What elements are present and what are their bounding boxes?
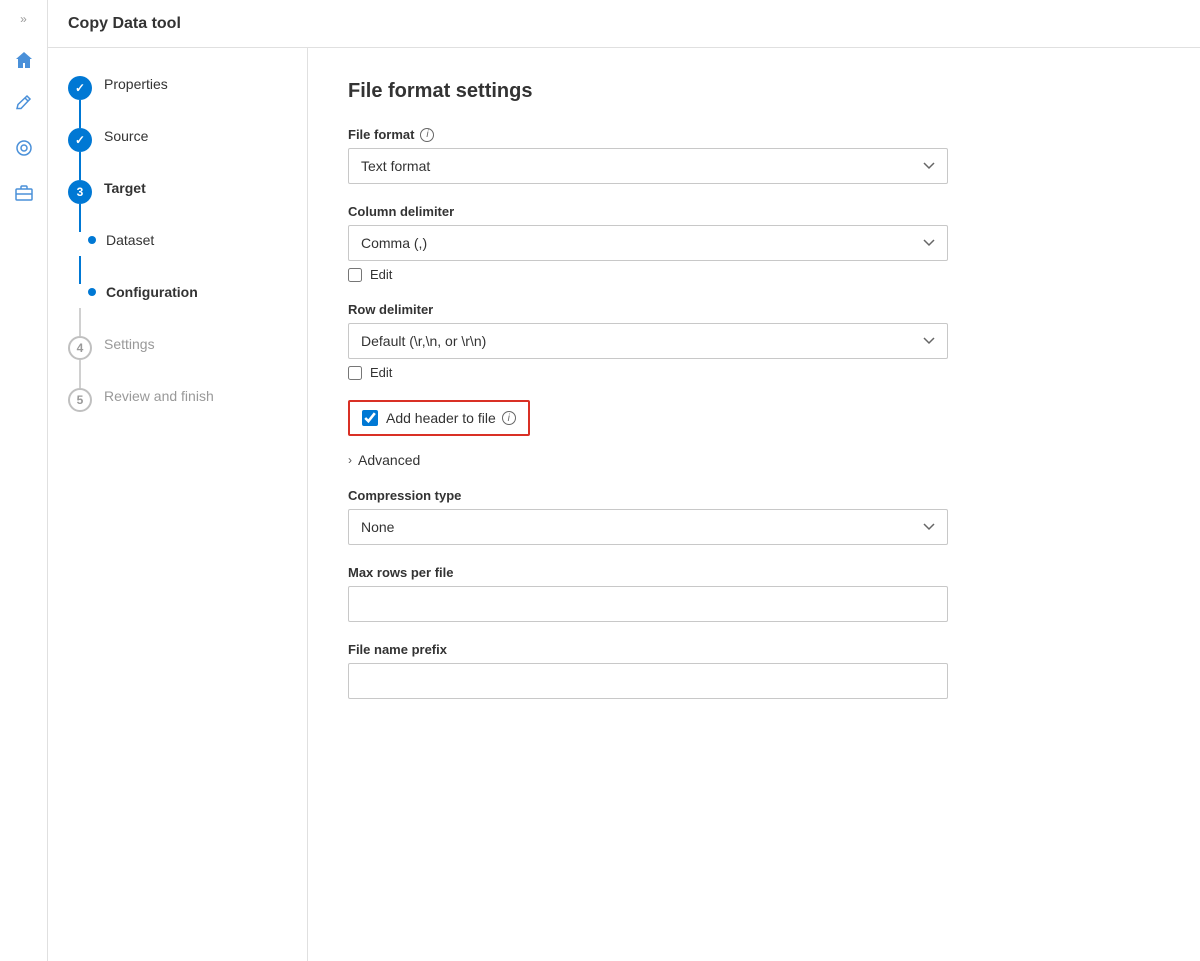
step-label-properties: Properties xyxy=(104,72,168,92)
briefcase-icon[interactable] xyxy=(6,174,42,210)
step-label-review: Review and finish xyxy=(104,384,214,404)
column-delimiter-group: Column delimiter Comma (,) Tab (\t) Semi… xyxy=(348,204,1160,282)
row-delimiter-group: Row delimiter Default (\r,\n, or \r\n) C… xyxy=(348,302,1160,380)
max-rows-input[interactable] xyxy=(348,586,948,622)
step-dot-config xyxy=(88,288,96,296)
step-circle-1 xyxy=(68,76,92,100)
step-label-configuration: Configuration xyxy=(106,280,198,300)
step-review: 5 Review and finish xyxy=(68,384,287,436)
file-name-prefix-label: File name prefix xyxy=(348,642,1160,657)
compression-type-group: Compression type None bzip2 gzip deflate… xyxy=(348,488,1160,545)
steps-panel: Properties Source 3 Target Dataset xyxy=(48,48,308,961)
app-title: Copy Data tool xyxy=(68,15,181,33)
step-dataset: Dataset xyxy=(68,228,287,280)
column-delimiter-select[interactable]: Comma (,) Tab (\t) Semicolon (;) Pipe (|… xyxy=(348,225,948,261)
collapse-icon[interactable]: » xyxy=(20,12,27,26)
file-format-select[interactable]: Text format Binary format JSON format OR… xyxy=(348,148,948,184)
step-properties: Properties xyxy=(68,72,287,124)
step-circle-5: 5 xyxy=(68,388,92,412)
step-label-source: Source xyxy=(104,124,148,144)
row-delimiter-select[interactable]: Default (\r,\n, or \r\n) Carriage return… xyxy=(348,323,948,359)
add-header-info-icon[interactable]: i xyxy=(502,411,516,425)
monitor-icon[interactable] xyxy=(6,130,42,166)
home-icon[interactable] xyxy=(6,42,42,78)
content-area: Properties Source 3 Target Dataset xyxy=(48,48,1200,961)
step-dot-dataset xyxy=(88,236,96,244)
column-delimiter-label: Column delimiter xyxy=(348,204,1160,219)
step-label-dataset: Dataset xyxy=(106,228,154,248)
row-delimiter-label: Row delimiter xyxy=(348,302,1160,317)
column-delimiter-edit-label: Edit xyxy=(370,267,392,282)
step-configuration: Configuration xyxy=(68,280,287,332)
form-panel: File format settings File format i Text … xyxy=(308,48,1200,961)
step-circle-2 xyxy=(68,128,92,152)
top-bar: Copy Data tool xyxy=(48,0,1200,48)
step-label-settings: Settings xyxy=(104,332,155,352)
row-delimiter-edit-row: Edit xyxy=(348,365,1160,380)
file-name-prefix-group: File name prefix xyxy=(348,642,1160,699)
form-title: File format settings xyxy=(348,80,1160,103)
step-label-target: Target xyxy=(104,176,146,196)
step-circle-3: 3 xyxy=(68,180,92,204)
advanced-label: Advanced xyxy=(358,452,420,468)
max-rows-group: Max rows per file xyxy=(348,565,1160,622)
edit-icon[interactable] xyxy=(6,86,42,122)
file-format-label: File format i xyxy=(348,127,1160,142)
add-header-label: Add header to file i xyxy=(386,410,516,426)
step-circle-4: 4 xyxy=(68,336,92,360)
file-name-prefix-input[interactable] xyxy=(348,663,948,699)
max-rows-label: Max rows per file xyxy=(348,565,1160,580)
step-target: 3 Target xyxy=(68,176,287,228)
compression-type-select[interactable]: None bzip2 gzip deflate ZipDeflate TarGz… xyxy=(348,509,948,545)
compression-type-label: Compression type xyxy=(348,488,1160,503)
step-settings: 4 Settings xyxy=(68,332,287,384)
step-source: Source xyxy=(68,124,287,176)
file-format-group: File format i Text format Binary format … xyxy=(348,127,1160,184)
row-delimiter-edit-checkbox[interactable] xyxy=(348,366,362,380)
column-delimiter-edit-row: Edit xyxy=(348,267,1160,282)
advanced-chevron-icon: › xyxy=(348,453,352,467)
icon-bar: » xyxy=(0,0,48,961)
add-header-checkbox[interactable] xyxy=(362,410,378,426)
advanced-row[interactable]: › Advanced xyxy=(348,452,1160,468)
column-delimiter-edit-checkbox[interactable] xyxy=(348,268,362,282)
file-format-info-icon[interactable]: i xyxy=(420,128,434,142)
row-delimiter-edit-label: Edit xyxy=(370,365,392,380)
main-container: Copy Data tool Properties Source 3 Targe… xyxy=(48,0,1200,961)
add-header-row: Add header to file i xyxy=(348,400,530,436)
